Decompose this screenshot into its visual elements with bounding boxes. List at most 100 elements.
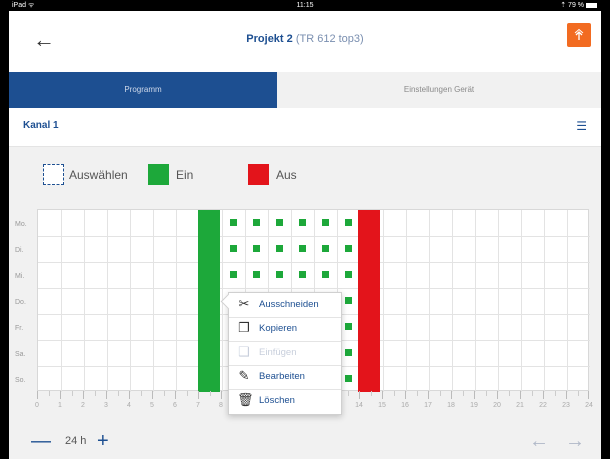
copy-menu-item[interactable]: ❐ Kopieren [229,317,341,342]
axis-tick [531,391,533,396]
copy-icon: ❐ [238,320,250,335]
grid-vline [521,210,522,392]
axis-tick [416,391,418,396]
edit-menu-item[interactable]: ✎ Bearbeiten [229,365,341,390]
day-label: Mo. [15,221,27,228]
battery-text: ⇡ 79 % [560,2,584,9]
hour-label: 24 [585,402,593,409]
axis-tick [117,391,119,396]
axis-tick [382,391,383,399]
tab-einstellungen[interactable]: Einstellungen Gerät [277,72,601,108]
hour-label: 15 [378,402,386,409]
day-label: Di. [15,247,24,254]
previous-arrow-icon[interactable]: ← [529,431,549,451]
axis-tick [393,391,395,396]
selection-dot [299,245,306,252]
paste-icon: ❑ [238,344,250,359]
axis-tick [71,391,73,396]
selection-dot [276,271,283,278]
context-menu: ✂ Ausschneiden ❐ Kopieren ❑ Einfügen ✎ B… [220,292,342,415]
day-label: Sa. [15,351,26,358]
aus-swatch [248,164,269,185]
grid-vline [153,210,154,392]
edit-label: Bearbeiten [259,371,305,382]
selection-dot [345,375,352,382]
axis-tick [508,391,510,396]
hour-label: 23 [562,402,570,409]
axis-tick [370,391,372,396]
upload-button[interactable] [567,23,591,47]
axis-tick [37,391,38,399]
scissors-icon: ✂ [238,296,250,311]
channel-title: Kanal 1 [23,120,59,131]
hour-label: 18 [447,402,455,409]
cut-label: Ausschneiden [259,299,319,310]
zoom-out-button[interactable]: — [31,431,51,451]
selection-dot [253,245,260,252]
axis-tick [554,391,556,396]
ein-block[interactable] [198,210,220,392]
axis-tick [405,391,406,399]
grid-vline [544,210,545,392]
selection-dot [345,271,352,278]
hour-label: 8 [219,402,223,409]
schedule-area: Auswählen Ein Aus Mo. Di. Mi. Do. Fr. Sa… [9,147,601,459]
legend-ein-label: Ein [176,168,194,182]
hour-label: 1 [58,402,62,409]
hour-label: 6 [173,402,177,409]
hour-label: 17 [424,402,432,409]
hour-label: 22 [539,402,547,409]
axis-tick [588,391,589,399]
hour-label: 19 [470,402,478,409]
grid-vline [383,210,384,392]
zoom-in-button[interactable]: + [97,431,109,451]
grid-vline [452,210,453,392]
hour-label: 20 [493,402,501,409]
axis-tick [140,391,142,396]
day-label: Do. [15,299,26,306]
copy-label: Kopieren [259,323,298,334]
axis-tick [106,391,107,399]
axis-tick [175,391,176,399]
axis-tick [209,391,211,396]
nav-bar: ← Projekt 2 (TR 612 top3) [9,11,601,72]
tab-programm[interactable]: Programm [9,72,277,108]
selection-dot [345,323,352,330]
axis-tick [94,391,96,396]
grid-vline [429,210,430,392]
selection-dot [322,245,329,252]
paste-label: Einfügen [259,347,297,358]
grid-vline [498,210,499,392]
aus-block[interactable] [358,210,380,392]
paste-menu-item[interactable]: ❑ Einfügen [229,341,341,366]
hour-label: 7 [196,402,200,409]
axis-tick [221,391,222,399]
selection-dot [276,245,283,252]
legend-select-label: Auswählen [69,168,128,182]
axis-tick [439,391,441,396]
axis-tick [359,391,360,399]
delete-menu-item[interactable]: 🗑 Löschen [229,389,341,413]
list-icon[interactable]: ☰ [576,119,587,133]
pencil-icon: ✎ [238,368,250,383]
axis-tick [462,391,464,396]
axis-tick [543,391,544,399]
axis-tick [129,391,130,399]
axis-tick [163,391,165,396]
axis-tick [497,391,498,399]
hour-label: 16 [401,402,409,409]
hour-label: 5 [150,402,154,409]
axis-tick [152,391,153,399]
next-arrow-icon[interactable]: → [565,431,585,451]
battery-status: ⇡ 79 % [560,0,597,11]
axis-tick [186,391,188,396]
grid-vline [567,210,568,392]
cut-menu-item[interactable]: ✂ Ausschneiden [229,293,341,318]
legend-aus-label: Aus [276,168,297,182]
selection-dot [299,271,306,278]
hour-label: 2 [81,402,85,409]
selection-dot [299,219,306,226]
hour-label: 0 [35,402,39,409]
battery-icon [586,2,597,8]
selection-dot [276,219,283,226]
